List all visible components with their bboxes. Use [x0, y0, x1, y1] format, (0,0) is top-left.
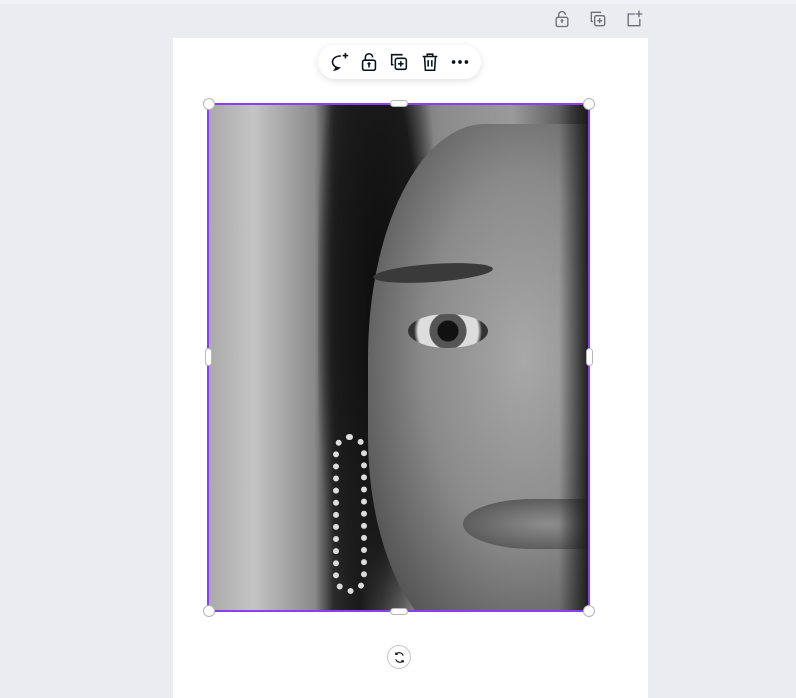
resize-handle-top[interactable]	[390, 100, 408, 107]
rotate-button[interactable]	[387, 645, 411, 669]
trash-icon	[422, 53, 437, 72]
resize-handle-bottom-right[interactable]	[583, 605, 595, 617]
lock-button[interactable]	[357, 50, 381, 74]
photo-eye	[408, 314, 488, 348]
resize-handle-bottom[interactable]	[390, 608, 408, 615]
comment-button[interactable]	[327, 50, 351, 74]
comment-add-icon	[331, 52, 349, 71]
add-page-icon	[627, 10, 643, 27]
duplicate-button[interactable]	[387, 50, 411, 74]
resize-handle-top-right[interactable]	[583, 98, 595, 110]
selected-photo[interactable]	[208, 104, 589, 611]
element-toolbar	[318, 45, 481, 79]
page-lock-button[interactable]	[552, 9, 572, 29]
lock-icon	[362, 52, 377, 72]
resize-handle-right[interactable]	[586, 348, 593, 366]
duplicate-icon	[391, 53, 408, 71]
more-icon	[451, 60, 469, 64]
resize-handle-left[interactable]	[205, 348, 212, 366]
rotate-icon	[394, 651, 404, 663]
resize-handle-bottom-left[interactable]	[203, 605, 215, 617]
duplicate-page-button[interactable]	[588, 9, 608, 29]
photo-earring	[333, 434, 367, 594]
top-bar	[0, 0, 796, 4]
delete-button[interactable]	[418, 50, 442, 74]
duplicate-page-icon	[590, 11, 606, 27]
lock-icon	[555, 10, 569, 28]
more-button[interactable]	[448, 50, 472, 74]
add-page-button[interactable]	[624, 9, 644, 29]
photo-shadow	[559, 104, 589, 611]
resize-handle-top-left[interactable]	[203, 98, 215, 110]
